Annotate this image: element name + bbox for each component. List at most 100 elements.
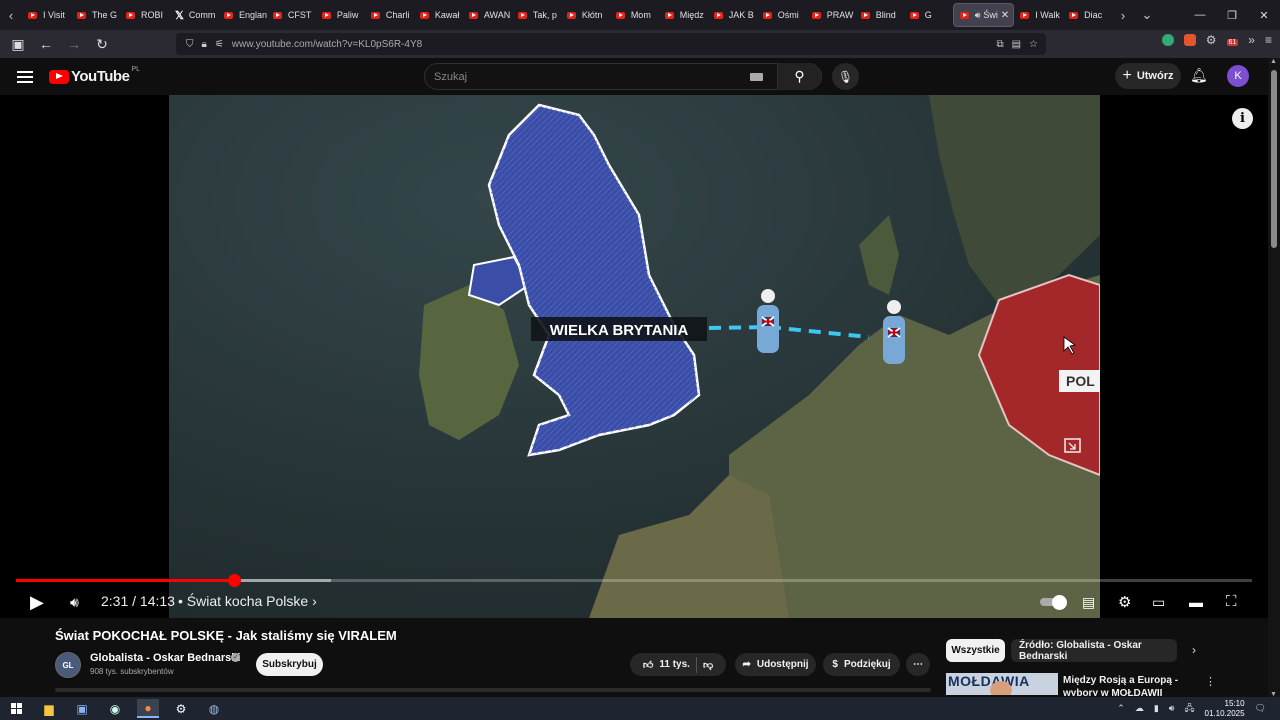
- shield-icon[interactable]: ⛉: [186, 39, 194, 50]
- network-icon[interactable]: 🖧: [1184, 701, 1194, 717]
- tab-scroll-right-icon[interactable]: ›: [1112, 0, 1134, 30]
- tab[interactable]: Englan: [218, 3, 267, 27]
- settings-app-icon[interactable]: ⚙: [170, 699, 192, 718]
- bookmark-star-icon[interactable]: ☆: [1029, 39, 1038, 50]
- reader-view-icon[interactable]: ▤: [1012, 39, 1021, 50]
- monitor-app-icon[interactable]: ▣: [71, 699, 93, 718]
- tab[interactable]: Tak, p: [512, 3, 561, 27]
- tab[interactable]: JAK B: [708, 3, 757, 27]
- youtube-logo[interactable]: YouTube PL: [49, 66, 140, 85]
- lock-icon[interactable]: 🔒︎: [202, 39, 207, 50]
- page-scrollbar[interactable]: ▲ ▼: [1268, 58, 1280, 698]
- overflow-menu-icon[interactable]: »: [1248, 33, 1255, 47]
- tab[interactable]: G: [904, 3, 953, 27]
- progress-scrubber[interactable]: [227, 574, 241, 587]
- extension-badge-icon[interactable]: 61: [1226, 33, 1239, 47]
- tab[interactable]: Ośmi: [757, 3, 806, 27]
- chip-all[interactable]: Wszystkie: [946, 639, 1005, 662]
- keyboard-icon[interactable]: [750, 72, 763, 81]
- extension-icon[interactable]: [1183, 34, 1196, 46]
- tab[interactable]: Paliw: [316, 3, 365, 27]
- theater-mode-icon[interactable]: ▬: [1189, 594, 1203, 610]
- recommended-thumbnail[interactable]: MOŁDAWIA: [946, 673, 1058, 695]
- dislike-button[interactable]: 👎︎: [703, 659, 713, 671]
- like-button[interactable]: 👍︎ 11 tys.: [643, 659, 690, 671]
- url-text[interactable]: www.youtube.com/watch?v=KL0pS6R-4Y8: [232, 39, 422, 50]
- app-icon[interactable]: ◍: [203, 699, 225, 718]
- channel-name[interactable]: Globalista - Oskar Bednarski: [90, 652, 240, 664]
- volume-tray-icon[interactable]: 🔊︎: [1169, 703, 1175, 714]
- recommended-menu-icon[interactable]: ⋮: [1205, 675, 1216, 688]
- onedrive-cloud-icon[interactable]: ☁: [1135, 703, 1144, 714]
- file-explorer-icon[interactable]: ▆: [38, 699, 60, 718]
- tab[interactable]: Kawał: [414, 3, 463, 27]
- tab-scroll-left-icon[interactable]: ‹: [0, 0, 22, 30]
- share-button[interactable]: ➦ Udostępnij: [735, 653, 816, 676]
- back-icon[interactable]: ←: [34, 32, 58, 56]
- chip-source[interactable]: Źródło: Globalista - Oskar Bednarski: [1011, 639, 1177, 662]
- miniplayer-icon[interactable]: ▭: [1152, 594, 1165, 611]
- notifications-bell-icon[interactable]: 🔔︎: [1190, 67, 1208, 84]
- minimize-icon[interactable]: —: [1184, 0, 1216, 30]
- tab[interactable]: AWAN: [463, 3, 512, 27]
- tab-list-dropdown-icon[interactable]: ⌄: [1134, 0, 1160, 30]
- clock[interactable]: 15:10 01.10.2025: [1205, 699, 1245, 719]
- account-avatar[interactable]: K: [1227, 65, 1249, 87]
- more-actions-button[interactable]: ⋯: [906, 653, 930, 676]
- tab[interactable]: Mom: [610, 3, 659, 27]
- close-window-icon[interactable]: ✕: [1248, 0, 1280, 30]
- recommended-title[interactable]: Między Rosją a Europą - wybory w MOŁDAWI…: [1063, 674, 1203, 696]
- subtitles-icon[interactable]: ▤: [1082, 594, 1095, 611]
- tab[interactable]: Kłótn: [561, 3, 610, 27]
- tab[interactable]: CFST: [267, 3, 316, 27]
- progress-bar[interactable]: [16, 574, 1252, 587]
- tab[interactable]: Diac: [1063, 3, 1112, 27]
- tab[interactable]: I Walk: [1014, 3, 1063, 27]
- hamburger-menu-icon[interactable]: ≡: [1265, 33, 1272, 47]
- tray-overflow-icon[interactable]: ⌃: [1117, 703, 1125, 714]
- forward-icon[interactable]: →: [62, 32, 86, 56]
- page-scrollbar-thumb[interactable]: [1271, 70, 1277, 248]
- permissions-icon[interactable]: ⚟: [215, 39, 224, 50]
- volume-icon[interactable]: 🔊︎: [70, 594, 79, 611]
- tab[interactable]: Charli: [365, 3, 414, 27]
- guide-menu-icon[interactable]: [17, 70, 33, 83]
- tab[interactable]: I Visit: [22, 3, 71, 27]
- thanks-button[interactable]: $ Podziękuj: [823, 653, 900, 676]
- subscribe-button[interactable]: Subskrybuj: [256, 653, 323, 676]
- reload-icon[interactable]: ↻: [90, 32, 114, 56]
- video-player[interactable]: WIELKA BRYTANIA POL i ▶ 🔊︎ 2:31 / 14:13 …: [0, 95, 1268, 618]
- tab-close-icon[interactable]: ✕: [1001, 10, 1009, 21]
- tab-active[interactable]: 🔊︎ Świ ✕: [952, 3, 1015, 27]
- channel-avatar[interactable]: GL: [55, 652, 81, 678]
- voice-search-button[interactable]: 🎙︎: [832, 63, 859, 90]
- firefox-icon[interactable]: ●: [137, 699, 159, 718]
- autoplay-toggle[interactable]: [1040, 595, 1068, 610]
- steam-icon[interactable]: ◉: [104, 699, 126, 718]
- tab[interactable]: 𝕏 Comm: [169, 3, 218, 27]
- pip-icon[interactable]: ⧉: [996, 39, 1003, 50]
- create-button[interactable]: + Utwórz: [1115, 63, 1181, 89]
- sidebar-toggle-icon[interactable]: ▣: [6, 32, 30, 56]
- chips-next-icon[interactable]: ›: [1192, 643, 1196, 657]
- windows-start-icon[interactable]: [5, 699, 27, 718]
- chapter-title[interactable]: • Świat kocha Polske ›: [178, 593, 317, 609]
- info-icon[interactable]: i: [1232, 108, 1253, 129]
- settings-gear-icon[interactable]: ⚙HD: [1118, 593, 1131, 611]
- extensions-puzzle-icon[interactable]: ⚙: [1206, 33, 1217, 47]
- video-frame[interactable]: WIELKA BRYTANIA POL: [169, 95, 1100, 618]
- scroll-up-icon[interactable]: ▲: [1270, 58, 1277, 65]
- tab[interactable]: Międz: [659, 3, 708, 27]
- speaker-icon[interactable]: 🔊︎: [975, 10, 981, 21]
- tab[interactable]: ROBI: [120, 3, 169, 27]
- play-icon[interactable]: ▶: [30, 592, 44, 613]
- search-input[interactable]: Szukaj: [425, 71, 750, 83]
- tab[interactable]: Blind: [855, 3, 904, 27]
- address-bar[interactable]: ⛉ 🔒︎ ⚟ www.youtube.com/watch?v=KL0pS6R-4…: [176, 33, 1046, 55]
- restore-icon[interactable]: ❐: [1216, 0, 1248, 30]
- notifications-icon[interactable]: 🗨: [1255, 703, 1266, 714]
- tray-app-icon[interactable]: ▮: [1154, 703, 1159, 714]
- tab[interactable]: The G: [71, 3, 120, 27]
- vpn-extension-icon[interactable]: [1161, 34, 1174, 46]
- search-button[interactable]: ⚲: [777, 63, 821, 90]
